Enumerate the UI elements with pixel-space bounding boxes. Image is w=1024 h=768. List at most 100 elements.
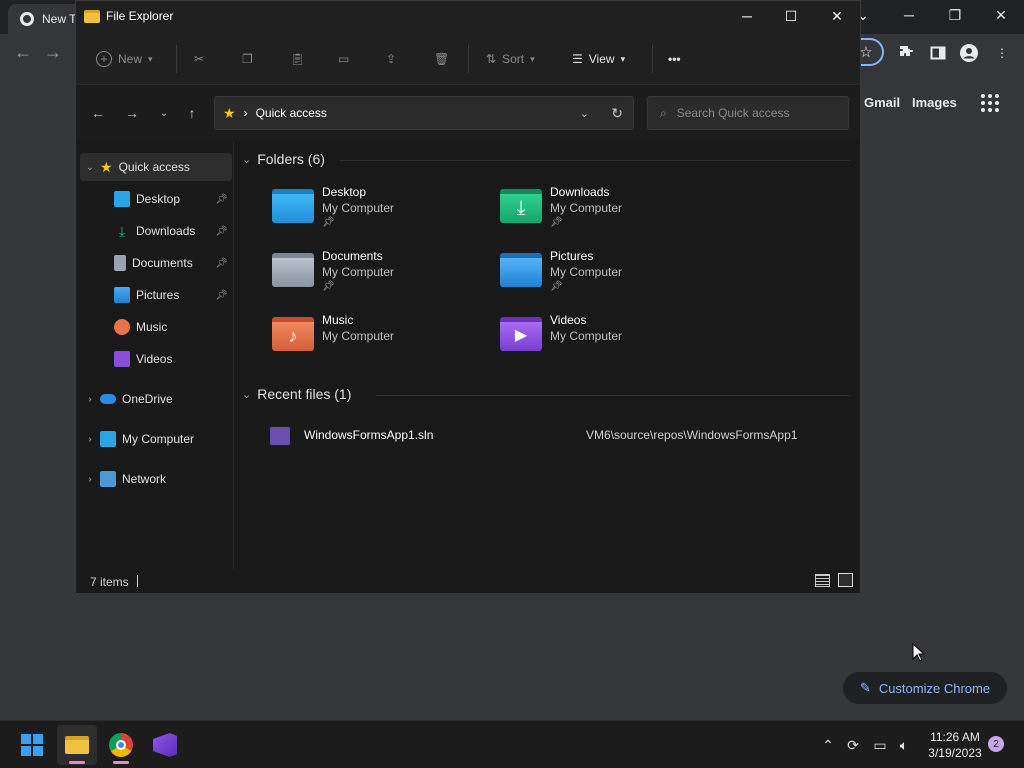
folder-tile-downloads[interactable]: ⤓ Downloads My Computer 📌︎	[500, 185, 720, 241]
pin-icon: 📌︎	[550, 217, 563, 228]
google-apps-icon[interactable]	[981, 94, 999, 112]
notification-badge[interactable]: 2	[988, 736, 1004, 752]
explorer-close-button[interactable]: ✕	[814, 1, 860, 31]
tiles-view-icon[interactable]	[838, 573, 853, 587]
nav-item-desktop[interactable]: Desktop 📌︎	[80, 185, 232, 213]
sort-button[interactable]: ⇅ Sort ▾	[486, 47, 535, 71]
nav-quick-access-label: Quick access	[118, 160, 190, 174]
chevron-right-icon[interactable]: ›	[80, 434, 100, 445]
breadcrumb-separator: ›	[243, 106, 248, 120]
delete-icon[interactable]: 🗑︎	[434, 47, 449, 71]
taskbar-file-explorer[interactable]	[57, 725, 97, 765]
folder-tile-pictures[interactable]: Pictures My Computer 📌︎	[500, 249, 720, 305]
address-bar[interactable]: ★ › Quick access ⌄ ↻	[214, 96, 634, 130]
nav-item-music[interactable]: Music	[80, 313, 232, 341]
paste-icon[interactable]: 📋︎	[290, 47, 305, 71]
music-folder-icon: ♪	[272, 317, 314, 351]
details-view-icon[interactable]	[815, 574, 830, 587]
recent-locations-chevron-icon[interactable]: ⌄	[154, 103, 174, 123]
clock-time: 11:26 AM	[930, 730, 980, 744]
address-history-chevron-icon[interactable]: ⌄	[580, 107, 589, 120]
folder-tile-videos[interactable]: ▶ Videos My Computer	[500, 313, 720, 369]
show-hidden-icons-chevron[interactable]: ⌃	[818, 735, 838, 755]
chrome-restore-button[interactable]: ❐	[932, 0, 978, 30]
chrome-back-icon[interactable]: ←	[14, 42, 32, 63]
nav-item-videos[interactable]: Videos	[80, 345, 232, 373]
new-button[interactable]: + New ▾	[96, 47, 153, 71]
nav-item-label: Documents	[132, 256, 193, 270]
search-input[interactable]: ⌕ Search Quick access	[647, 96, 849, 130]
view-button[interactable]: ☰ View ▾	[572, 47, 625, 71]
taskbar-clock[interactable]: 11:26 AM 3/19/2023	[918, 729, 992, 761]
nav-onedrive[interactable]: › OneDrive	[80, 385, 232, 413]
recent-file-row[interactable]: WindowsFormsApp1.sln VM6\source\repos\Wi…	[270, 425, 830, 449]
pin-icon: 📌︎	[550, 281, 563, 292]
toolbar-divider	[652, 45, 653, 73]
rename-icon[interactable]: ▭	[338, 47, 349, 71]
forward-arrow-icon[interactable]: →	[122, 103, 142, 123]
folder-tile-desktop[interactable]: Desktop My Computer 📌︎	[272, 185, 492, 241]
nav-quick-access[interactable]: ⌄ ★ Quick access	[80, 153, 232, 181]
volume-icon[interactable]: 🔈︎	[894, 735, 914, 755]
downloads-icon: ⤓	[118, 223, 126, 239]
chevron-right-icon[interactable]: ›	[80, 474, 100, 485]
start-button[interactable]	[12, 725, 52, 765]
pin-icon: 📌︎	[322, 281, 335, 292]
taskbar-chrome[interactable]	[101, 725, 141, 765]
nav-my-computer[interactable]: › My Computer	[80, 425, 232, 453]
nav-item-label: Videos	[136, 352, 173, 366]
recent-file-name: WindowsFormsApp1.sln	[304, 428, 434, 442]
chevron-down-icon[interactable]: ⌄	[242, 153, 251, 166]
cut-icon[interactable]: ✂	[194, 47, 204, 71]
recent-file-path: VM6\source\repos\WindowsFormsApp1	[586, 428, 798, 442]
folder-tile-music[interactable]: ♪ Music My Computer	[272, 313, 492, 369]
videos-icon	[114, 351, 130, 367]
item-count: 7 items	[90, 575, 129, 589]
customize-chrome-button[interactable]: ✎ Customize Chrome	[843, 672, 1007, 704]
chrome-menu-icon[interactable]: ⋮	[991, 42, 1013, 64]
share-icon[interactable]: ⇪	[386, 47, 396, 71]
folder-location: My Computer	[322, 201, 395, 215]
chrome-close-button[interactable]: ✕	[978, 0, 1024, 30]
network-display-icon[interactable]: ▭	[870, 735, 890, 755]
chrome-minimize-button[interactable]: ─	[886, 0, 932, 30]
recent-files-section-header[interactable]: ⌄ Recent files (1)	[242, 386, 351, 402]
explorer-minimize-button[interactable]: ─	[724, 1, 770, 31]
chevron-down-icon[interactable]: ⌄	[242, 388, 251, 401]
copy-icon[interactable]: ❐	[242, 47, 253, 71]
folder-name: Music	[322, 313, 354, 327]
chrome-forward-icon[interactable]: →	[44, 42, 62, 63]
more-options-button[interactable]: •••	[668, 47, 681, 71]
refresh-icon[interactable]: ↻	[611, 105, 623, 122]
chevron-right-icon[interactable]: ›	[80, 394, 100, 405]
profile-icon[interactable]	[958, 42, 980, 64]
up-arrow-icon[interactable]: ↑	[182, 103, 202, 123]
file-explorer-icon	[65, 736, 89, 754]
nav-item-documents[interactable]: Documents 📌︎	[80, 249, 232, 277]
chevron-down-icon: ▾	[148, 53, 153, 64]
folders-section-header[interactable]: ⌄ Folders (6)	[242, 151, 325, 167]
back-arrow-icon[interactable]: ←	[88, 103, 108, 123]
nav-item-downloads[interactable]: ⤓ Downloads 📌︎	[80, 217, 232, 245]
folder-app-icon	[84, 9, 100, 23]
side-panel-icon[interactable]	[927, 42, 949, 64]
extensions-icon[interactable]	[896, 42, 918, 64]
explorer-titlebar[interactable]: File Explorer ─ ☐ ✕	[76, 1, 860, 33]
nav-network-label: Network	[122, 472, 167, 486]
chrome-icon	[109, 733, 133, 757]
nav-item-label: Desktop	[136, 192, 181, 206]
breadcrumb-location[interactable]: Quick access	[256, 106, 327, 120]
folder-tile-documents[interactable]: Documents My Computer 📌︎	[272, 249, 492, 305]
sync-icon[interactable]: ⟳	[843, 735, 863, 755]
taskbar-visual-studio[interactable]	[145, 725, 185, 765]
nav-item-pictures[interactable]: Pictures 📌︎	[80, 281, 232, 309]
explorer-title: File Explorer	[84, 9, 173, 23]
network-icon	[100, 471, 116, 487]
explorer-maximize-button[interactable]: ☐	[768, 1, 814, 31]
clock-date: 3/19/2023	[928, 746, 982, 760]
images-link[interactable]: Images	[912, 95, 957, 110]
chevron-down-icon[interactable]: ⌄	[80, 162, 100, 173]
computer-icon	[100, 431, 116, 447]
nav-network[interactable]: › Network	[80, 465, 232, 493]
gmail-link[interactable]: Gmail	[864, 95, 900, 110]
